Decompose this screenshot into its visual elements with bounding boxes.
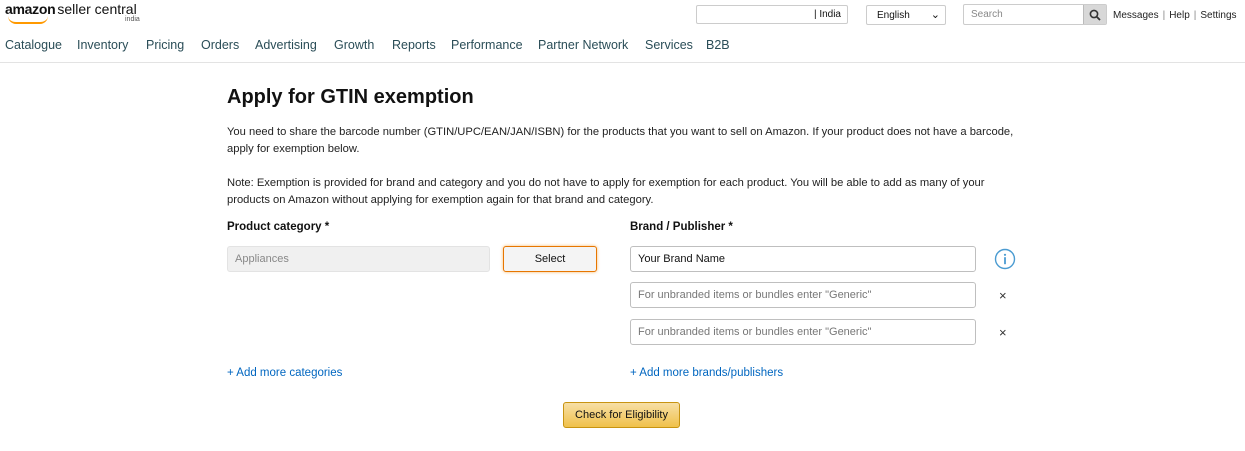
remove-brand-3-close-icon[interactable]: × <box>999 325 1007 340</box>
product-category-value: Appliances <box>235 253 289 265</box>
amazon-smile-icon <box>8 16 48 24</box>
search-button[interactable] <box>1083 5 1106 24</box>
nav-partner-network[interactable]: Partner Network <box>538 38 628 52</box>
search-box[interactable]: Search <box>963 4 1107 25</box>
nav-pricing[interactable]: Pricing <box>146 38 184 52</box>
note-text: Note: Exemption is provided for brand an… <box>227 177 985 206</box>
settings-link[interactable]: Settings <box>1200 10 1236 21</box>
language-value: English <box>877 10 910 21</box>
chevron-down-icon: ⌄ <box>930 9 940 21</box>
brand-value: Your Brand Name <box>638 253 726 265</box>
brand-field-3[interactable]: For unbranded items or bundles enter "Ge… <box>630 319 976 345</box>
intro-text: You need to share the barcode number (GT… <box>227 126 1014 155</box>
header-divider <box>0 62 1245 63</box>
brand-field-3-placeholder: For unbranded items or bundles enter "Ge… <box>638 326 872 338</box>
nav-orders[interactable]: Orders <box>201 38 239 52</box>
brand-field-1[interactable]: Your Brand Name <box>630 246 976 272</box>
brand-field-2-placeholder: For unbranded items or bundles enter "Ge… <box>638 289 872 301</box>
search-icon <box>1089 9 1101 21</box>
brand-field-2[interactable]: For unbranded items or bundles enter "Ge… <box>630 282 976 308</box>
page-title: Apply for GTIN exemption <box>227 86 474 108</box>
header-links: Messages | Help | Settings <box>1113 10 1237 21</box>
nav-growth[interactable]: Growth <box>334 38 374 52</box>
logo-text: amazon <box>5 1 56 17</box>
main-nav: Catalogue Inventory Pricing Orders Adver… <box>0 36 1245 60</box>
nav-advertising[interactable]: Advertising <box>255 38 317 52</box>
check-eligibility-label: Check for Eligibility <box>575 409 668 421</box>
nav-services[interactable]: Services <box>645 38 693 52</box>
add-more-categories-link[interactable]: + Add more categories <box>227 367 342 379</box>
check-eligibility-button[interactable]: Check for Eligibility <box>563 402 680 428</box>
marketplace-selector[interactable]: | India <box>696 5 848 24</box>
logo-region: india <box>125 16 140 23</box>
select-category-button[interactable]: Select <box>503 246 597 272</box>
help-link[interactable]: Help <box>1169 10 1190 21</box>
product-category-label: Product category * <box>227 221 330 233</box>
messages-link[interactable]: Messages <box>1113 10 1159 21</box>
nav-reports[interactable]: Reports <box>392 38 436 52</box>
product-category-field: Appliances <box>227 246 490 272</box>
language-select[interactable]: English ⌄ <box>866 5 946 25</box>
nav-performance[interactable]: Performance <box>451 38 523 52</box>
logo-suffix: seller central <box>57 1 137 17</box>
marketplace-label: | India <box>813 9 841 20</box>
nav-b2b[interactable]: B2B <box>706 38 730 52</box>
info-icon[interactable] <box>994 248 1016 270</box>
top-bar: amazon seller central india | India Engli… <box>0 0 1245 30</box>
select-button-label: Select <box>534 253 566 265</box>
amazon-seller-central-logo[interactable]: amazon seller central india <box>5 1 140 25</box>
nav-inventory[interactable]: Inventory <box>77 38 128 52</box>
add-more-brands-link[interactable]: + Add more brands/publishers <box>630 367 783 379</box>
search-input[interactable]: Search <box>971 9 1003 20</box>
brand-publisher-label: Brand / Publisher * <box>630 221 733 233</box>
nav-catalogue[interactable]: Catalogue <box>5 38 62 52</box>
remove-brand-2-close-icon[interactable]: × <box>999 288 1007 303</box>
